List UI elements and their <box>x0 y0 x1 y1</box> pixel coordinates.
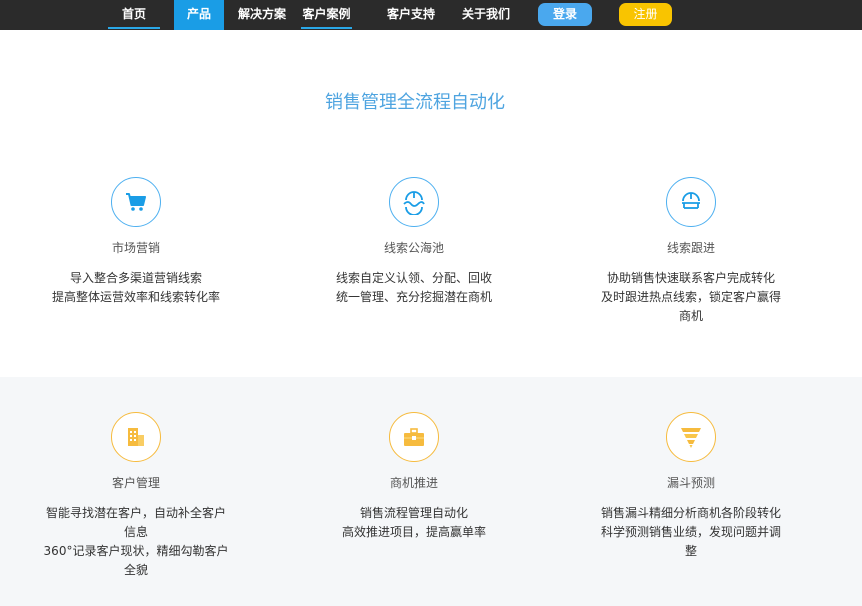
feature-title: 客户管理 <box>111 476 160 490</box>
top-navbar: 首页 产品 解决方案 客户案例 客户支持 关于我们 登录 注册 <box>0 0 862 30</box>
feature-title: 线索跟进 <box>666 241 715 255</box>
feature-funnel: 漏斗预测 销售漏斗精细分析商机各阶段转化 科学预测销售业绩，发现问题并调 整 <box>581 412 801 561</box>
briefcase-icon <box>389 412 439 462</box>
clue-follow-icon <box>666 177 716 227</box>
feature-desc-line: 提高整体运营效率和线索转化率 <box>51 290 220 304</box>
feature-desc-line: 导入整合多渠道营销线索 <box>69 271 202 285</box>
feature-desc-line: 及时跟进热点线索，锁定客户赢得 <box>600 290 781 304</box>
nav-item-support[interactable]: 客户支持 <box>380 0 442 30</box>
feature-desc-line: 线索自定义认领、分配、回收 <box>335 271 492 285</box>
register-button[interactable]: 注册 <box>619 3 672 26</box>
feature-description: 销售漏斗精细分析商机各阶段转化 科学预测销售业绩，发现问题并调 整 <box>581 504 801 561</box>
feature-desc-line: 销售漏斗精细分析商机各阶段转化 <box>600 506 781 520</box>
feature-clue-follow: 线索跟进 协助销售快速联系客户完成转化 及时跟进热点线索，锁定客户赢得 商机 <box>581 177 801 326</box>
feature-desc-line: 智能寻找潜在客户，自动补全客户 <box>45 506 226 520</box>
feature-title: 线索公海池 <box>383 241 444 255</box>
feature-description: 导入整合多渠道营销线索 提高整体运营效率和线索转化率 <box>26 269 246 307</box>
feature-desc-line: 全貌 <box>123 563 148 577</box>
feature-description: 销售流程管理自动化 高效推进项目，提高赢单率 <box>304 504 524 542</box>
login-button[interactable]: 登录 <box>538 3 592 26</box>
section-title: 销售管理全流程自动化 <box>325 92 505 113</box>
feature-marketing: 市场营销 导入整合多渠道营销线索 提高整体运营效率和线索转化率 <box>26 177 246 307</box>
feature-desc-line: 统一管理、充分挖掘潜在商机 <box>335 290 492 304</box>
funnel-icon <box>666 412 716 462</box>
clue-pool-icon <box>389 177 439 227</box>
feature-desc-line: 科学预测销售业绩，发现问题并调 <box>600 525 781 539</box>
feature-description: 线索自定义认领、分配、回收 统一管理、充分挖掘潜在商机 <box>304 269 524 307</box>
feature-desc-line: 整 <box>684 544 697 558</box>
feature-desc-line: 高效推进项目，提高赢单率 <box>341 525 486 539</box>
feature-desc-line: 360°记录客户现状，精细勾勒客户 <box>43 544 229 558</box>
nav-item-products[interactable]: 产品 <box>174 0 224 30</box>
shopping-cart-icon <box>111 177 161 227</box>
nav-item-about[interactable]: 关于我们 <box>455 0 517 30</box>
nav-item-home[interactable]: 首页 <box>108 0 160 30</box>
feature-desc-line: 信息 <box>123 525 148 539</box>
feature-customer-mgmt: 客户管理 智能寻找潜在客户，自动补全客户 信息 360°记录客户现状，精细勾勒客… <box>26 412 246 580</box>
nav-item-solutions[interactable]: 解决方案 <box>232 0 292 30</box>
feature-desc-line: 销售流程管理自动化 <box>359 506 468 520</box>
nav-item-cases[interactable]: 客户案例 <box>301 0 352 30</box>
feature-description: 智能寻找潜在客户，自动补全客户 信息 360°记录客户现状，精细勾勒客户 全貌 <box>26 504 246 580</box>
feature-opportunity: 商机推进 销售流程管理自动化 高效推进项目，提高赢单率 <box>304 412 524 542</box>
feature-description: 协助销售快速联系客户完成转化 及时跟进热点线索，锁定客户赢得 商机 <box>581 269 801 326</box>
feature-clue-pool: 线索公海池 线索自定义认领、分配、回收 统一管理、充分挖掘潜在商机 <box>304 177 524 307</box>
feature-desc-line: 商机 <box>678 309 703 323</box>
feature-title: 漏斗预测 <box>666 476 715 490</box>
feature-title: 商机推进 <box>389 476 438 490</box>
feature-desc-line: 协助销售快速联系客户完成转化 <box>606 271 775 285</box>
buildings-icon <box>111 412 161 462</box>
feature-title: 市场营销 <box>111 241 160 255</box>
